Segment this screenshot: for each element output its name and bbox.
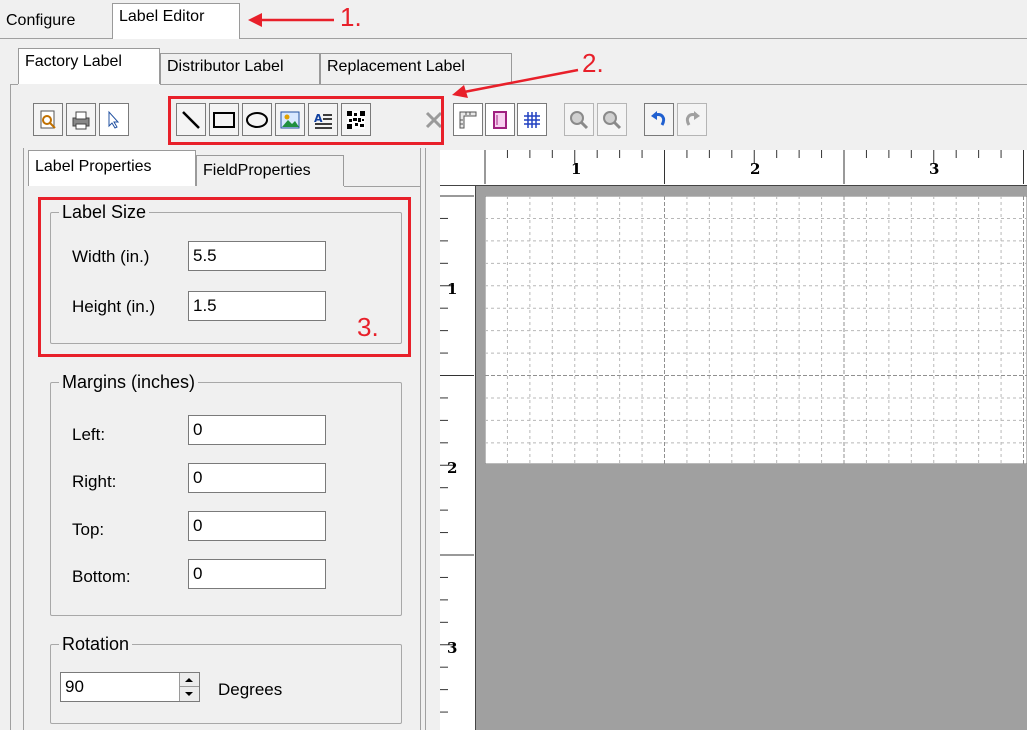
tab-distributor-label-text: Distributor Label: [167, 58, 284, 75]
ruler-v-3: 3: [447, 639, 458, 657]
ruler-h-1: 1: [571, 160, 582, 178]
tab-label-properties-text: Label Properties: [35, 158, 152, 175]
margin-bottom-label: Bottom:: [72, 567, 131, 586]
chevron-down-icon: [185, 692, 193, 696]
tab-label-editor-label: Label Editor: [119, 8, 205, 25]
margin-left-field[interactable]: [188, 415, 326, 445]
margins-legend: Margins (inches): [59, 371, 199, 393]
annotation-box-3: [38, 197, 411, 357]
rotation-spinner[interactable]: [60, 672, 200, 702]
print-button[interactable]: [66, 103, 96, 136]
page-button[interactable]: [485, 103, 515, 136]
spinner-down-button[interactable]: [179, 687, 199, 701]
tab-field-properties[interactable]: FieldProperties: [196, 155, 344, 186]
margin-top-label: Top:: [72, 520, 105, 539]
tab-label-properties[interactable]: Label Properties: [28, 150, 196, 186]
annotation-arrow-1: [248, 13, 334, 27]
annotation-label-2: 2.: [582, 48, 604, 78]
annotation-label-3: 3.: [357, 312, 379, 342]
zoom-out-button[interactable]: [597, 103, 627, 136]
label-page[interactable]: [485, 196, 1027, 464]
redo-icon: [685, 110, 700, 126]
rotation-field[interactable]: [61, 673, 177, 701]
zoom-in-button[interactable]: [564, 103, 594, 136]
tab-factory-label-text: Factory Label: [25, 53, 122, 70]
zoom-out-icon: [603, 110, 622, 129]
ruler-h-3: 3: [929, 160, 940, 178]
print-preview-button[interactable]: [33, 103, 63, 136]
chevron-up-icon: [185, 678, 193, 682]
annotation-arrow-2: [452, 68, 579, 98]
rotation-legend: Rotation: [59, 633, 133, 655]
ruler-icon: [459, 111, 477, 128]
redo-button[interactable]: [677, 103, 707, 136]
print-icon: [72, 111, 90, 129]
ruler-v-1: 1: [447, 280, 458, 298]
pointer-icon: [108, 110, 120, 129]
undo-icon: [651, 110, 666, 126]
degrees-label: Degrees: [218, 680, 283, 699]
tab-distributor-label[interactable]: Distributor Label: [160, 53, 320, 84]
ruler-h-2: 2: [750, 160, 761, 178]
undo-button[interactable]: [644, 103, 674, 136]
tab-field-properties-text: FieldProperties: [203, 162, 311, 179]
zoom-in-icon: [570, 110, 589, 129]
print-preview-icon: [40, 110, 56, 129]
ruler-button[interactable]: [453, 103, 483, 136]
margin-right-field[interactable]: [188, 463, 326, 493]
grid-icon: [524, 111, 540, 128]
tab-configure[interactable]: Configure: [0, 8, 110, 38]
annotation-label-1: 1.: [340, 2, 362, 32]
tab-configure-label: Configure: [6, 12, 76, 29]
vertical-ruler: [440, 186, 476, 730]
grid-button[interactable]: [517, 103, 547, 136]
ruler-v-2: 2: [447, 459, 458, 477]
margin-right-label: Right:: [72, 472, 117, 491]
pointer-button[interactable]: [99, 103, 129, 136]
tab-label-editor[interactable]: Label Editor: [112, 3, 240, 39]
tab-replacement-label-text: Replacement Label: [327, 58, 465, 75]
margin-bottom-field[interactable]: [188, 559, 326, 589]
tab-factory-label[interactable]: Factory Label: [18, 48, 160, 84]
margin-top-field[interactable]: [188, 511, 326, 541]
page-icon: [493, 110, 507, 129]
spinner-up-button[interactable]: [179, 673, 199, 687]
margin-left-label: Left:: [72, 425, 106, 444]
annotation-box-2: [168, 96, 444, 145]
